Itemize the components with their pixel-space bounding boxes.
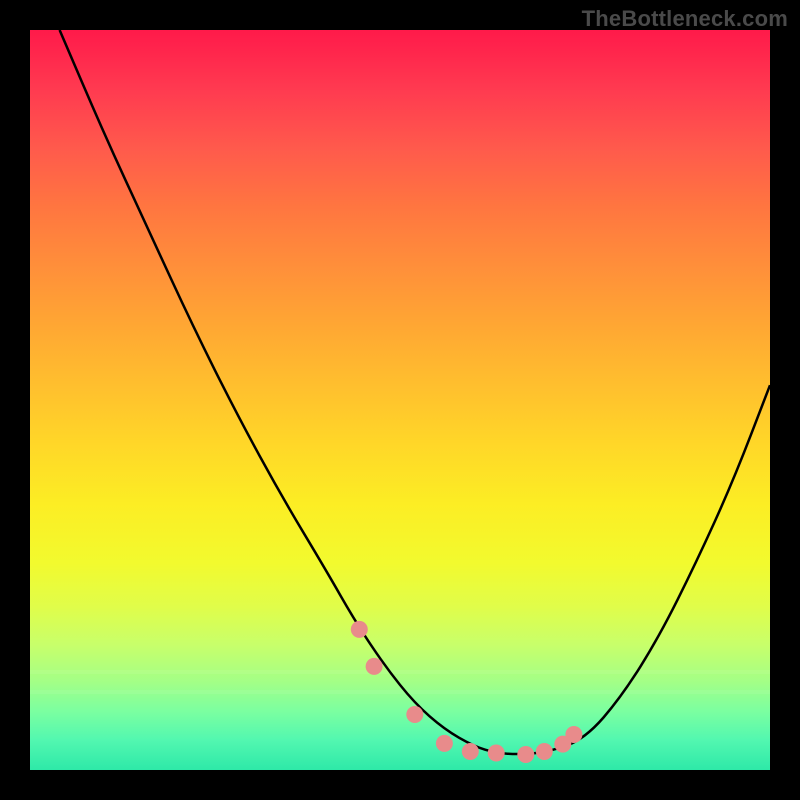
marker-dot xyxy=(406,706,423,723)
watermark-text: TheBottleneck.com xyxy=(582,6,788,32)
bottleneck-curve-path xyxy=(60,30,770,754)
marker-dot xyxy=(436,735,453,752)
chart-svg xyxy=(30,30,770,770)
marker-dot xyxy=(517,746,534,763)
chart-frame: TheBottleneck.com xyxy=(0,0,800,800)
marker-dot xyxy=(366,658,383,675)
marker-dot xyxy=(351,621,368,638)
marker-dot xyxy=(565,726,582,743)
marker-dot xyxy=(488,745,505,762)
marker-dot xyxy=(462,743,479,760)
marker-dot xyxy=(536,743,553,760)
